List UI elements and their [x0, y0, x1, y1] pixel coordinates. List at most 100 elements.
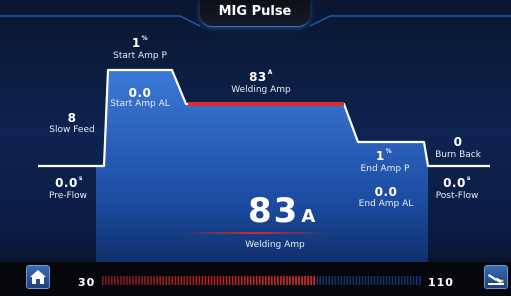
meter-tick — [325, 276, 327, 285]
meter-tick — [135, 276, 137, 285]
meter-tick — [397, 276, 400, 285]
meter-tick — [376, 276, 379, 285]
meter-tick — [189, 276, 192, 285]
post-flow-value: 0.0s — [443, 175, 471, 190]
meter-tick — [180, 276, 183, 285]
meter-tick — [388, 276, 391, 285]
welder-screen: MIG Pulse 0.0s Pre-Flow 8 Slow Feed 1% S… — [0, 0, 511, 296]
burn-back-value: 0 — [453, 135, 463, 149]
main-amp-readout: 83 A — [248, 194, 348, 234]
frame-line-right — [309, 15, 511, 27]
meter-tick — [295, 276, 297, 285]
meter-tick — [373, 276, 376, 285]
meter-tick — [346, 276, 349, 285]
meter-tick — [271, 276, 273, 285]
slow-feed-label: Slow Feed — [49, 125, 95, 135]
meter-max: 110 — [428, 276, 454, 289]
meter-tick — [123, 276, 125, 285]
meter-tick — [243, 276, 246, 285]
mode-tab[interactable]: MIG Pulse — [200, 0, 310, 27]
meter-tick — [186, 276, 189, 285]
welding-sequence-graph — [0, 15, 511, 296]
start-amp-p-label: Start Amp P — [113, 51, 167, 61]
torch-button[interactable] — [484, 265, 508, 289]
meter-tick — [117, 276, 119, 285]
meter-tick — [120, 276, 122, 285]
meter-tick — [114, 276, 116, 285]
meter-tick — [319, 276, 321, 285]
meter-tick — [301, 276, 303, 285]
main-amp-value: 83 — [248, 191, 300, 231]
meter-tick — [349, 276, 352, 285]
meter-tick — [394, 276, 397, 285]
welder-torch-icon — [488, 274, 504, 285]
meter-tick — [400, 276, 403, 285]
meter-tick — [177, 276, 180, 285]
post-flow-label: Post-Flow — [435, 191, 479, 201]
meter-tick — [105, 276, 107, 285]
meter-tick — [153, 276, 155, 285]
start-amp-al-value: 0.0 — [128, 86, 152, 100]
main-amp-unit: A — [301, 206, 318, 227]
meter-tick — [225, 276, 228, 285]
meter-tick — [132, 276, 134, 285]
meter-tick — [228, 276, 231, 285]
pre-flow-label: Pre-Flow — [48, 191, 88, 201]
meter-tick — [283, 276, 285, 285]
amp-meter[interactable] — [102, 276, 422, 285]
meter-tick — [156, 276, 158, 285]
meter-tick — [237, 276, 240, 285]
meter-tick — [102, 276, 104, 285]
meter-tick — [222, 276, 225, 285]
welding-amp-value: 83A — [249, 69, 273, 84]
meter-tick — [343, 276, 346, 285]
meter-tick — [292, 276, 294, 285]
meter-tick — [201, 276, 204, 285]
frame-line-left — [0, 15, 201, 27]
meter-tick — [352, 276, 355, 285]
meter-tick — [385, 276, 388, 285]
meter-tick — [192, 276, 195, 285]
end-amp-p-value: 1% — [375, 148, 393, 163]
end-amp-al-label: End Amp AL — [358, 199, 414, 209]
pre-flow-value: 0.0s — [55, 175, 83, 190]
start-amp-p-value: 1% — [131, 35, 149, 50]
meter-tick — [210, 276, 213, 285]
meter-tick — [322, 276, 324, 285]
meter-tick — [204, 276, 207, 285]
meter-tick — [418, 276, 421, 285]
meter-tick — [255, 276, 258, 285]
main-amp-divider — [180, 232, 330, 234]
meter-tick — [111, 276, 113, 285]
meter-tick — [289, 276, 291, 285]
meter-tick — [195, 276, 198, 285]
meter-tick — [361, 276, 364, 285]
meter-tick — [265, 276, 267, 285]
meter-tick — [340, 276, 343, 285]
meter-tick — [171, 276, 174, 285]
meter-min: 30 — [78, 276, 96, 289]
meter-tick — [391, 276, 394, 285]
meter-tick — [240, 276, 243, 285]
meter-tick — [331, 276, 334, 285]
meter-tick — [370, 276, 373, 285]
meter-tick — [213, 276, 216, 285]
meter-tick — [379, 276, 382, 285]
meter-tick — [286, 276, 288, 285]
main-amp-label: Welding Amp — [245, 240, 305, 250]
meter-tick — [141, 276, 143, 285]
meter-tick — [316, 276, 318, 285]
meter-tick — [234, 276, 237, 285]
meter-tick — [304, 276, 306, 285]
meter-tick — [262, 276, 264, 285]
home-button[interactable] — [26, 265, 50, 289]
meter-tick — [108, 276, 110, 285]
meter-tick — [246, 276, 249, 285]
meter-tick — [274, 276, 276, 285]
meter-tick — [219, 276, 222, 285]
home-icon — [30, 270, 46, 284]
meter-tick — [216, 276, 219, 285]
start-amp-al-label: Start Amp AL — [110, 99, 170, 109]
meter-tick — [403, 276, 406, 285]
meter-tick — [277, 276, 279, 285]
